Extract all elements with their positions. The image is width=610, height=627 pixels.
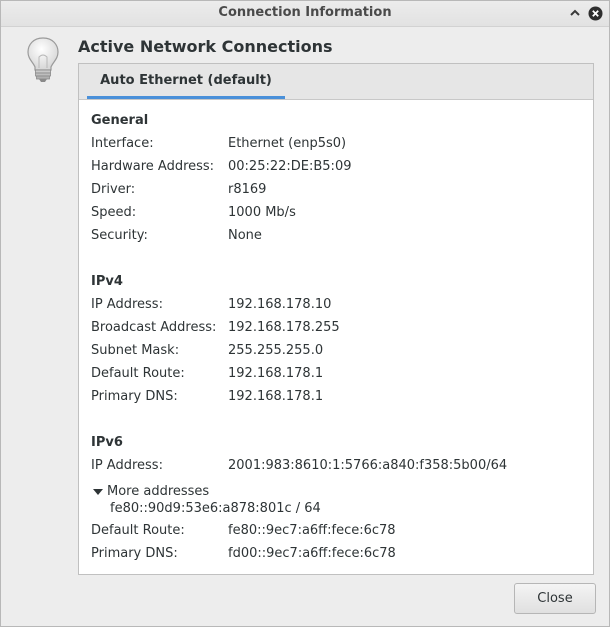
field-value: 1000 Mb/s bbox=[228, 205, 296, 220]
extra-address-value: fe80::90d9:53e6:a878:801c / 64 bbox=[110, 501, 321, 516]
field-value: fe80::9ec7:a6ff:fece:6c78 bbox=[228, 523, 396, 538]
field-value: 192.168.178.10 bbox=[228, 297, 332, 312]
field-label: Driver: bbox=[91, 182, 136, 197]
field-value: 192.168.178.255 bbox=[228, 320, 340, 335]
field-value: Ethernet (enp5s0) bbox=[228, 136, 347, 151]
field-label: Hardware Address: bbox=[91, 159, 215, 174]
section-title-general: General bbox=[91, 113, 149, 128]
field-label: IP Address: bbox=[91, 458, 163, 473]
field-label: Subnet Mask: bbox=[91, 343, 180, 358]
field-value: fd00::9ec7:a6ff:fece:6c78 bbox=[228, 546, 396, 561]
field-label: Interface: bbox=[91, 136, 154, 151]
field-value: None bbox=[228, 228, 262, 243]
connection-info-window: Connection Information Active Network Co… bbox=[0, 0, 610, 627]
field-label: Primary DNS: bbox=[91, 389, 178, 404]
section-title-ipv6: IPv6 bbox=[91, 435, 123, 450]
expander-label: More addresses bbox=[107, 484, 210, 499]
section-title-ipv4: IPv4 bbox=[91, 274, 123, 289]
field-value: 255.255.255.0 bbox=[228, 343, 324, 358]
tab-active-indicator bbox=[87, 96, 285, 99]
field-value: 192.168.178.1 bbox=[228, 366, 324, 381]
close-window-button[interactable] bbox=[587, 5, 603, 21]
title-bar[interactable]: Connection Information bbox=[1, 1, 609, 27]
page-title: Active Network Connections bbox=[78, 37, 333, 56]
field-label: Primary DNS: bbox=[91, 546, 178, 561]
field-label: Broadcast Address: bbox=[91, 320, 217, 335]
tab-strip: Auto Ethernet (default) bbox=[79, 64, 593, 100]
more-addresses-expander[interactable]: More addresses bbox=[93, 484, 209, 499]
tab-label: Auto Ethernet (default) bbox=[100, 73, 272, 88]
lightbulb-icon bbox=[23, 35, 63, 85]
field-label: Security: bbox=[91, 228, 148, 243]
triangle-down-icon bbox=[93, 488, 103, 495]
field-value: r8169 bbox=[228, 182, 267, 197]
field-label: Default Route: bbox=[91, 523, 185, 538]
field-label: IP Address: bbox=[91, 297, 163, 312]
close-button[interactable]: Close bbox=[514, 583, 596, 614]
field-label: Speed: bbox=[91, 205, 137, 220]
field-value: 00:25:22:DE:B5:09 bbox=[228, 159, 352, 174]
window-title: Connection Information bbox=[218, 5, 392, 20]
tab-auto-ethernet[interactable]: Auto Ethernet (default) bbox=[87, 64, 285, 99]
field-value: 2001:983:8610:1:5766:a840:f358:5b00/64 bbox=[228, 458, 508, 473]
minimize-button[interactable] bbox=[567, 5, 583, 21]
connection-notebook: Auto Ethernet (default) General Interfac… bbox=[78, 63, 594, 575]
chevron-up-icon bbox=[570, 9, 580, 16]
field-label: Default Route: bbox=[91, 366, 185, 381]
field-value: 192.168.178.1 bbox=[228, 389, 324, 404]
close-icon bbox=[588, 6, 602, 20]
